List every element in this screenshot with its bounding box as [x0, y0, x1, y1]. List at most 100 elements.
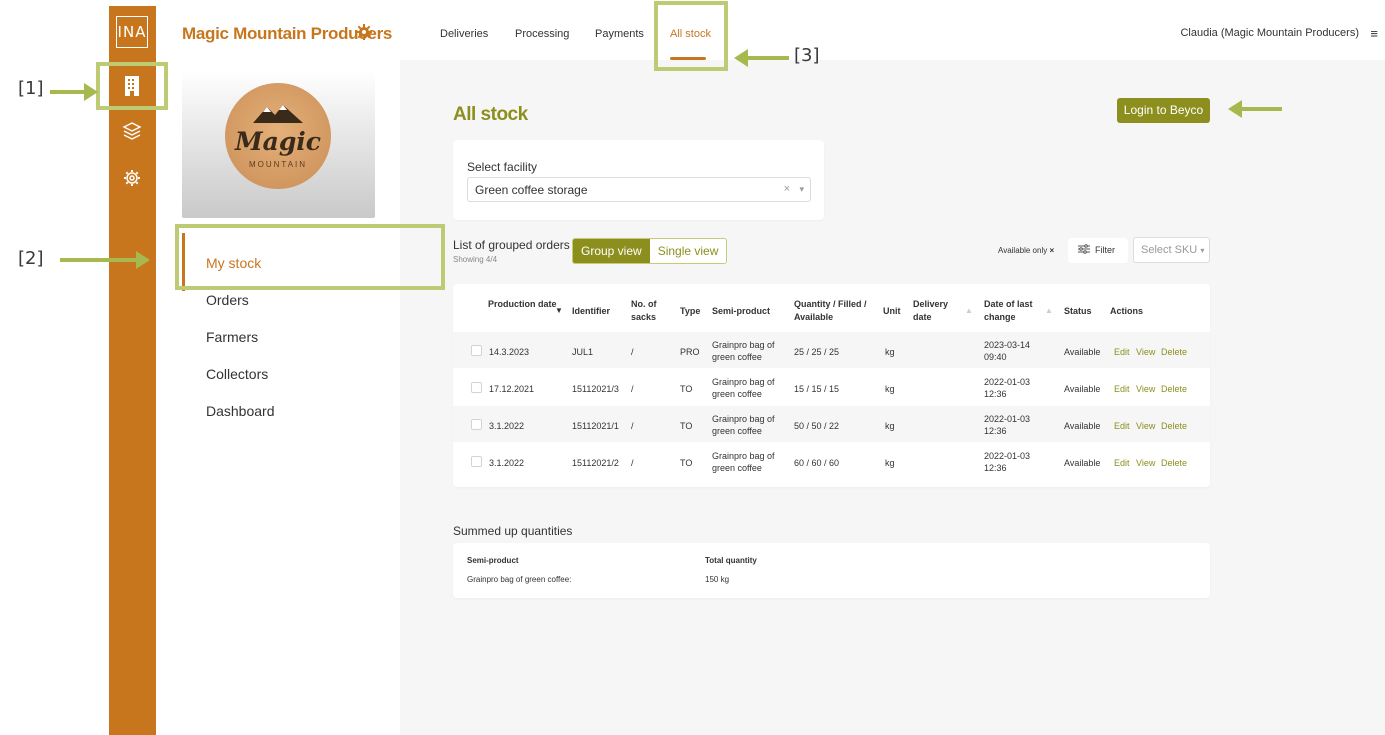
- cell-sacks: /: [631, 458, 634, 468]
- delete-link[interactable]: Delete: [1161, 457, 1187, 469]
- cell-last-change: 2022-01-03 12:36: [984, 451, 1031, 473]
- row-checkbox[interactable]: [471, 419, 482, 430]
- annotation-box-1: [96, 62, 168, 110]
- sort-icon[interactable]: ▲: [1045, 304, 1053, 317]
- facility-label: Select facility: [467, 160, 538, 174]
- logo-word-mountain: MOUNTAIN: [248, 160, 308, 169]
- select-sku-placeholder: Select SKU: [1141, 244, 1198, 256]
- cell-identifier: 15112021/2: [572, 458, 619, 468]
- delete-link[interactable]: Delete: [1161, 383, 1187, 395]
- cell-last-change: 2022-01-03 12:36: [984, 377, 1031, 399]
- cell-identifier: 15112021/3: [572, 384, 619, 394]
- edit-link[interactable]: Edit: [1114, 420, 1130, 432]
- annotation-label-2: [2]: [18, 248, 44, 269]
- col-header-unit: Unit: [883, 306, 901, 316]
- delete-link[interactable]: Delete: [1161, 420, 1187, 432]
- layers-icon[interactable]: [120, 119, 144, 143]
- facility-select[interactable]: Green coffee storage × ▾: [467, 177, 811, 202]
- stock-table: Production date ▼ Identifier No. of sack…: [453, 284, 1210, 487]
- col-header-production-date[interactable]: Production date: [488, 298, 557, 311]
- filter-button[interactable]: Filter: [1068, 238, 1128, 263]
- cell-semi-product: Grainpro bag of green coffee: [712, 414, 775, 436]
- view-link[interactable]: View: [1136, 383, 1155, 395]
- clear-icon[interactable]: ×: [784, 183, 790, 195]
- list-title: List of grouped orders: [453, 238, 570, 252]
- single-view-button[interactable]: Single view: [649, 239, 727, 263]
- icon-rail: INA: [109, 6, 156, 735]
- summary-card: Semi-product Total quantity Grainpro bag…: [453, 543, 1210, 598]
- delete-link[interactable]: Delete: [1161, 346, 1187, 358]
- logo-word-magic: Magic: [234, 127, 322, 156]
- filter-sliders-icon: [1078, 244, 1090, 254]
- view-link[interactable]: View: [1136, 346, 1155, 358]
- cell-quantity: 50 / 50 / 22: [794, 421, 840, 431]
- available-only-chip[interactable]: Available only ×: [998, 246, 1054, 255]
- cell-unit: kg: [885, 347, 895, 357]
- view-link[interactable]: View: [1136, 457, 1155, 469]
- edit-link[interactable]: Edit: [1114, 457, 1130, 469]
- select-sku-dropdown[interactable]: Select SKU ▾: [1133, 237, 1210, 263]
- annotation-label-3: [3]: [794, 45, 820, 66]
- nav-item-farmers[interactable]: Farmers: [206, 329, 258, 345]
- cell-semi-product: Grainpro bag of green coffee: [712, 340, 775, 362]
- settings-gear-icon[interactable]: [120, 166, 144, 190]
- cell-type: TO: [680, 458, 693, 468]
- annotation-arrow-3: [734, 49, 789, 67]
- sort-desc-icon[interactable]: ▼: [555, 304, 563, 317]
- group-view-button[interactable]: Group view: [573, 239, 650, 263]
- cell-unit: kg: [885, 421, 895, 431]
- tab-processing[interactable]: Processing: [515, 28, 569, 40]
- menu-hamburger-icon[interactable]: ≡: [1370, 26, 1378, 41]
- cell-production-date: 3.1.2022: [489, 458, 525, 468]
- col-header-identifier: Identifier: [572, 306, 611, 316]
- remove-chip-icon[interactable]: ×: [1049, 246, 1054, 255]
- chevron-down-icon[interactable]: ▾: [799, 184, 804, 195]
- user-name[interactable]: Claudia (Magic Mountain Producers): [1180, 27, 1359, 39]
- col-header-delivery-date[interactable]: Delivery date: [913, 298, 957, 324]
- row-checkbox[interactable]: [471, 456, 482, 467]
- annotation-arrow-1: [50, 83, 98, 101]
- annotation-arrow-2: [60, 251, 150, 269]
- summary-col-total: Total quantity: [705, 556, 757, 565]
- ina-logo[interactable]: INA: [116, 16, 148, 48]
- cell-sacks: /: [631, 384, 634, 394]
- page-title: All stock: [453, 104, 528, 125]
- top-navigation: Deliveries Processing Payments All stock…: [400, 6, 1385, 60]
- cell-unit: kg: [885, 384, 895, 394]
- col-header-last-change[interactable]: Date of last change: [984, 298, 1048, 324]
- cell-quantity: 25 / 25 / 25: [794, 347, 840, 357]
- col-header-type: Type: [680, 306, 701, 316]
- edit-link[interactable]: Edit: [1114, 346, 1130, 358]
- annotation-box-2: [175, 224, 445, 290]
- annotation-arrow-login: [1228, 100, 1282, 118]
- col-header-sacks: No. of sacks: [631, 299, 657, 322]
- row-checkbox[interactable]: [471, 382, 482, 393]
- cell-production-date: 17.12.2021: [489, 384, 535, 394]
- facility-selected-value: Green coffee storage: [475, 183, 588, 197]
- cell-type: TO: [680, 421, 693, 431]
- summary-semi-value: Grainpro bag of green coffee:: [467, 575, 572, 584]
- cell-type: TO: [680, 384, 693, 394]
- cell-last-change: 2022-01-03 12:36: [984, 414, 1031, 436]
- cell-status: Available: [1064, 458, 1101, 468]
- nav-item-collectors[interactable]: Collectors: [206, 366, 268, 382]
- sort-icon[interactable]: ▲: [965, 304, 973, 317]
- nav-item-orders[interactable]: Orders: [206, 292, 249, 308]
- nav-item-dashboard[interactable]: Dashboard: [206, 403, 275, 419]
- col-header-status: Status: [1064, 306, 1092, 316]
- cell-last-change: 2023-03-14 09:40: [984, 340, 1031, 362]
- company-logo-card: Magic MOUNTAIN: [182, 70, 375, 218]
- edit-link[interactable]: Edit: [1114, 383, 1130, 395]
- login-to-beyco-button[interactable]: Login to Beyco: [1117, 98, 1210, 123]
- cell-type: PRO: [680, 347, 700, 357]
- filter-label: Filter: [1095, 245, 1115, 255]
- tab-deliveries[interactable]: Deliveries: [440, 28, 488, 40]
- magic-mountain-logo: Magic MOUNTAIN: [225, 83, 331, 189]
- company-settings-icon[interactable]: [356, 24, 372, 45]
- cell-semi-product: Grainpro bag of green coffee: [712, 377, 775, 399]
- showing-count: Showing 4/4: [453, 255, 498, 264]
- col-header-actions: Actions: [1110, 306, 1144, 316]
- row-checkbox[interactable]: [471, 345, 482, 356]
- view-link[interactable]: View: [1136, 420, 1155, 432]
- tab-payments[interactable]: Payments: [595, 28, 644, 40]
